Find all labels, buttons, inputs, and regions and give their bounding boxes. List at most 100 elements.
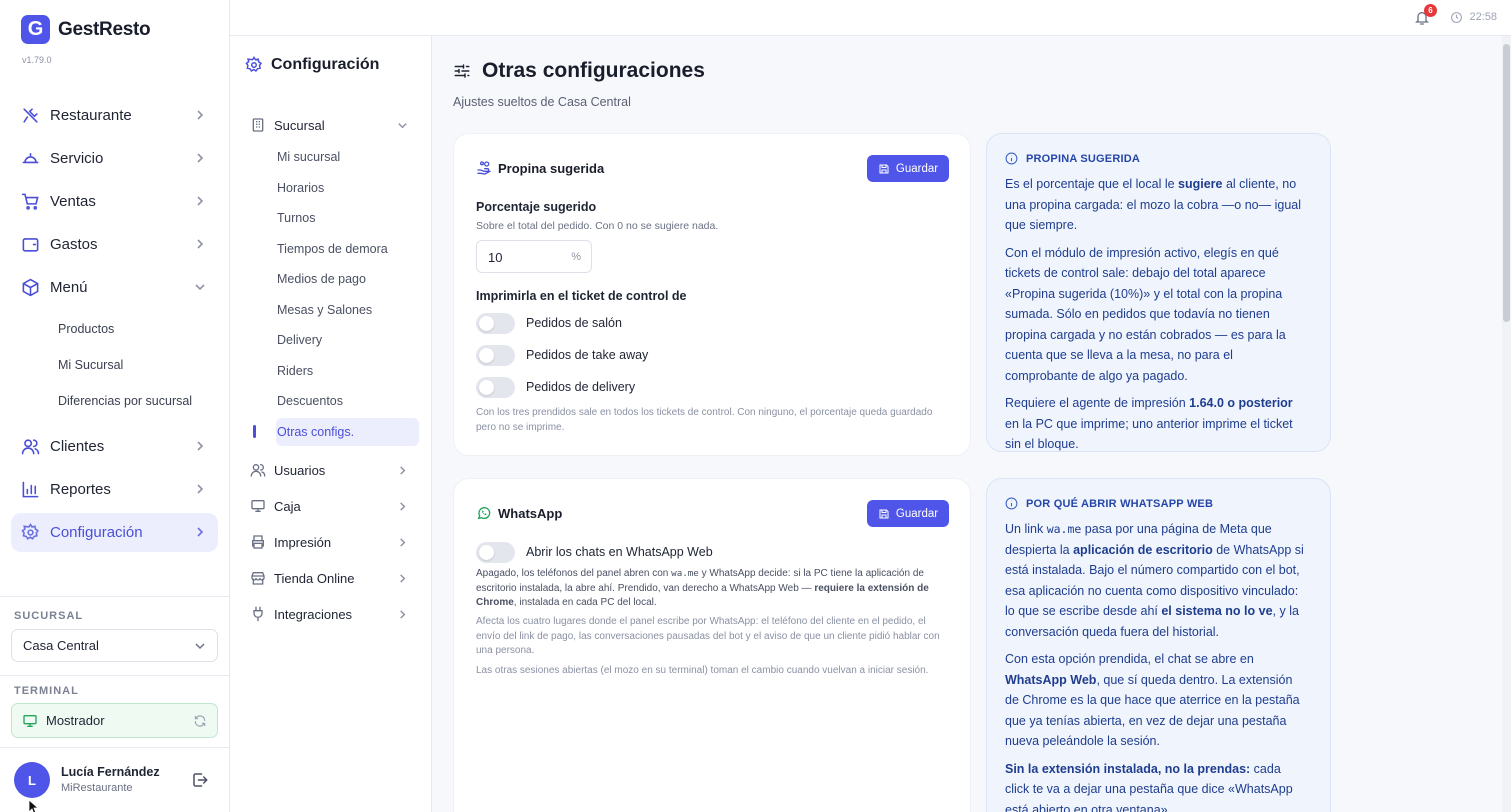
toggle-takeaway[interactable] xyxy=(476,344,515,366)
cfg-item-delivery[interactable]: Delivery xyxy=(276,326,419,354)
chevron-right-icon xyxy=(400,466,406,475)
cfg-group-label: Sucursal xyxy=(274,117,325,133)
cfg-group-label: Impresión xyxy=(274,534,332,550)
notification-badge: 6 xyxy=(1424,4,1437,17)
cfg-item-tiempos-demora[interactable]: Tiempos de demora xyxy=(276,235,419,263)
toggle-delivery[interactable] xyxy=(476,376,515,398)
toggle-label: Abrir los chats en WhatsApp Web xyxy=(526,545,713,559)
info-bold: sugiere xyxy=(1178,177,1223,191)
whatsapp-note-2: Las otras sesiones abiertas (el mozo en … xyxy=(476,665,929,676)
user-name: Lucía Fernández xyxy=(61,765,160,779)
subnav-item-productos[interactable]: Productos xyxy=(11,311,218,347)
terminal-select[interactable]: Mostrador xyxy=(11,703,218,738)
logout-icon[interactable] xyxy=(191,771,209,789)
tip-info-p3: Requiere el agente de impresión 1.64.0 o… xyxy=(1005,393,1305,455)
info-text: Requiere el agente de impresión xyxy=(1005,396,1190,410)
cfg-group-sucursal[interactable]: Sucursal xyxy=(250,110,424,140)
info-text: Con esta opción prendida, el chat se abr… xyxy=(1005,652,1254,666)
avatar: L xyxy=(14,762,50,798)
toggle-whatsapp-web[interactable] xyxy=(476,541,515,563)
users-icon xyxy=(250,464,266,477)
nav-item-restaurante[interactable]: Restaurante xyxy=(11,96,218,135)
nav-item-configuracion[interactable]: Configuración xyxy=(11,513,218,552)
chevron-right-icon xyxy=(400,574,406,583)
main-nav: Restaurante Servicio Ventas Gastos Menú … xyxy=(11,96,218,556)
toggle-label: Pedidos de salón xyxy=(526,316,622,330)
chevron-right-icon xyxy=(197,527,204,537)
cfg-group-impresion[interactable]: Impresión xyxy=(250,527,424,557)
active-indicator xyxy=(253,425,256,438)
nav-item-gastos[interactable]: Gastos xyxy=(11,225,218,264)
cfg-group-integraciones[interactable]: Integraciones xyxy=(250,599,424,629)
wa-info-p2: Con esta opción prendida, el chat se abr… xyxy=(1005,649,1305,752)
hand-coins-icon xyxy=(477,161,491,175)
cfg-group-tienda-online[interactable]: Tienda Online xyxy=(250,563,424,593)
sliders-icon xyxy=(454,64,470,78)
nav-item-reportes[interactable]: Reportes xyxy=(11,470,218,509)
utensils-icon xyxy=(23,108,38,123)
info-bold: Sin la extensión instalada, no la prenda… xyxy=(1005,761,1251,776)
cfg-item-mesas-salones[interactable]: Mesas y Salones xyxy=(276,296,419,324)
nav-item-ventas[interactable]: Ventas xyxy=(11,182,218,221)
subnav-item-diferencias[interactable]: Diferencias por sucursal xyxy=(11,383,218,419)
toggle-salon-row: Pedidos de salón xyxy=(476,312,622,334)
cfg-item-horarios[interactable]: Horarios xyxy=(276,174,419,202)
branch-label: SUCURSAL xyxy=(14,610,84,622)
branch-select[interactable]: Casa Central xyxy=(11,629,218,662)
wa-info-header: POR QUÉ ABRIR WHATSAPP WEB xyxy=(1005,497,1213,510)
nav-label: Servicio xyxy=(50,150,104,167)
cfg-group-usuarios[interactable]: Usuarios xyxy=(250,455,424,485)
cfg-item-medios-pago[interactable]: Medios de pago xyxy=(276,265,419,293)
tip-save-button[interactable]: Guardar xyxy=(867,155,949,182)
whatsapp-card: WhatsApp Guardar Abrir los chats en What… xyxy=(453,478,971,812)
whatsapp-card-header: WhatsApp xyxy=(476,505,562,521)
divider xyxy=(0,747,229,748)
info-text: en la PC que imprime; uno anterior impri… xyxy=(1005,416,1293,452)
subnav-item-mi-sucursal[interactable]: Mi Sucursal xyxy=(11,347,218,383)
toggle-label: Pedidos de take away xyxy=(526,348,649,362)
nav-label: Clientes xyxy=(50,438,105,455)
print-label: Imprimirla en el ticket de control de xyxy=(476,289,687,303)
scrollbar-thumb[interactable] xyxy=(1503,44,1510,322)
cfg-group-label: Tienda Online xyxy=(274,570,355,586)
topbar: 6 22:58 xyxy=(230,0,1511,36)
cfg-item-descuentos[interactable]: Descuentos xyxy=(276,387,419,415)
whatsapp-save-button[interactable]: Guardar xyxy=(867,500,949,527)
cfg-item-otras-configs[interactable]: Otras configs. xyxy=(276,418,419,446)
nav-item-menu[interactable]: Menú xyxy=(11,268,218,307)
brand[interactable]: G GestResto xyxy=(21,15,151,44)
cfg-item-mi-sucursal[interactable]: Mi sucursal xyxy=(276,143,419,171)
chevron-right-icon xyxy=(197,484,204,494)
monitor-icon xyxy=(23,714,37,727)
desc-code: wa.me xyxy=(671,568,699,579)
cfg-item-riders[interactable]: Riders xyxy=(276,357,419,385)
info-bold: 1.64.0 o posterior xyxy=(1189,396,1293,410)
nav-item-servicio[interactable]: Servicio xyxy=(11,139,218,178)
app-version: v1.79.0 xyxy=(22,55,52,65)
nav-label: Reportes xyxy=(50,481,111,498)
nav-label: Menú xyxy=(50,279,88,296)
branch-value: Casa Central xyxy=(23,638,99,653)
cfg-item-turnos[interactable]: Turnos xyxy=(276,204,419,232)
user-profile[interactable]: L Lucía Fernández MiRestaurante xyxy=(14,762,219,798)
brand-name: GestResto xyxy=(58,18,151,40)
info-icon xyxy=(1005,152,1018,165)
chevron-right-icon xyxy=(400,538,406,547)
toggle-salon[interactable] xyxy=(476,312,515,334)
toggle-delivery-row: Pedidos de delivery xyxy=(476,376,635,398)
info-bold: el sistema no lo ve xyxy=(1161,604,1273,618)
refresh-icon[interactable] xyxy=(193,714,207,728)
gear-icon xyxy=(21,523,39,540)
wa-info-p1: Un link wa.me pasa por una página de Met… xyxy=(1005,519,1305,642)
nav-item-clientes[interactable]: Clientes xyxy=(11,427,218,466)
nav-label: Gastos xyxy=(50,236,98,253)
clock-time: 22:58 xyxy=(1469,11,1497,23)
terminal-label: TERMINAL xyxy=(14,685,79,697)
chevron-down-icon xyxy=(398,123,407,129)
info-code: wa.me xyxy=(1046,522,1082,536)
config-title-text: Configuración xyxy=(271,56,380,73)
mouse-cursor-icon xyxy=(28,800,40,812)
tip-info-heading: PROPINA SUGERIDA xyxy=(1026,152,1141,165)
cfg-group-caja[interactable]: Caja xyxy=(250,491,424,521)
pct-input[interactable]: 10 % xyxy=(476,240,592,273)
